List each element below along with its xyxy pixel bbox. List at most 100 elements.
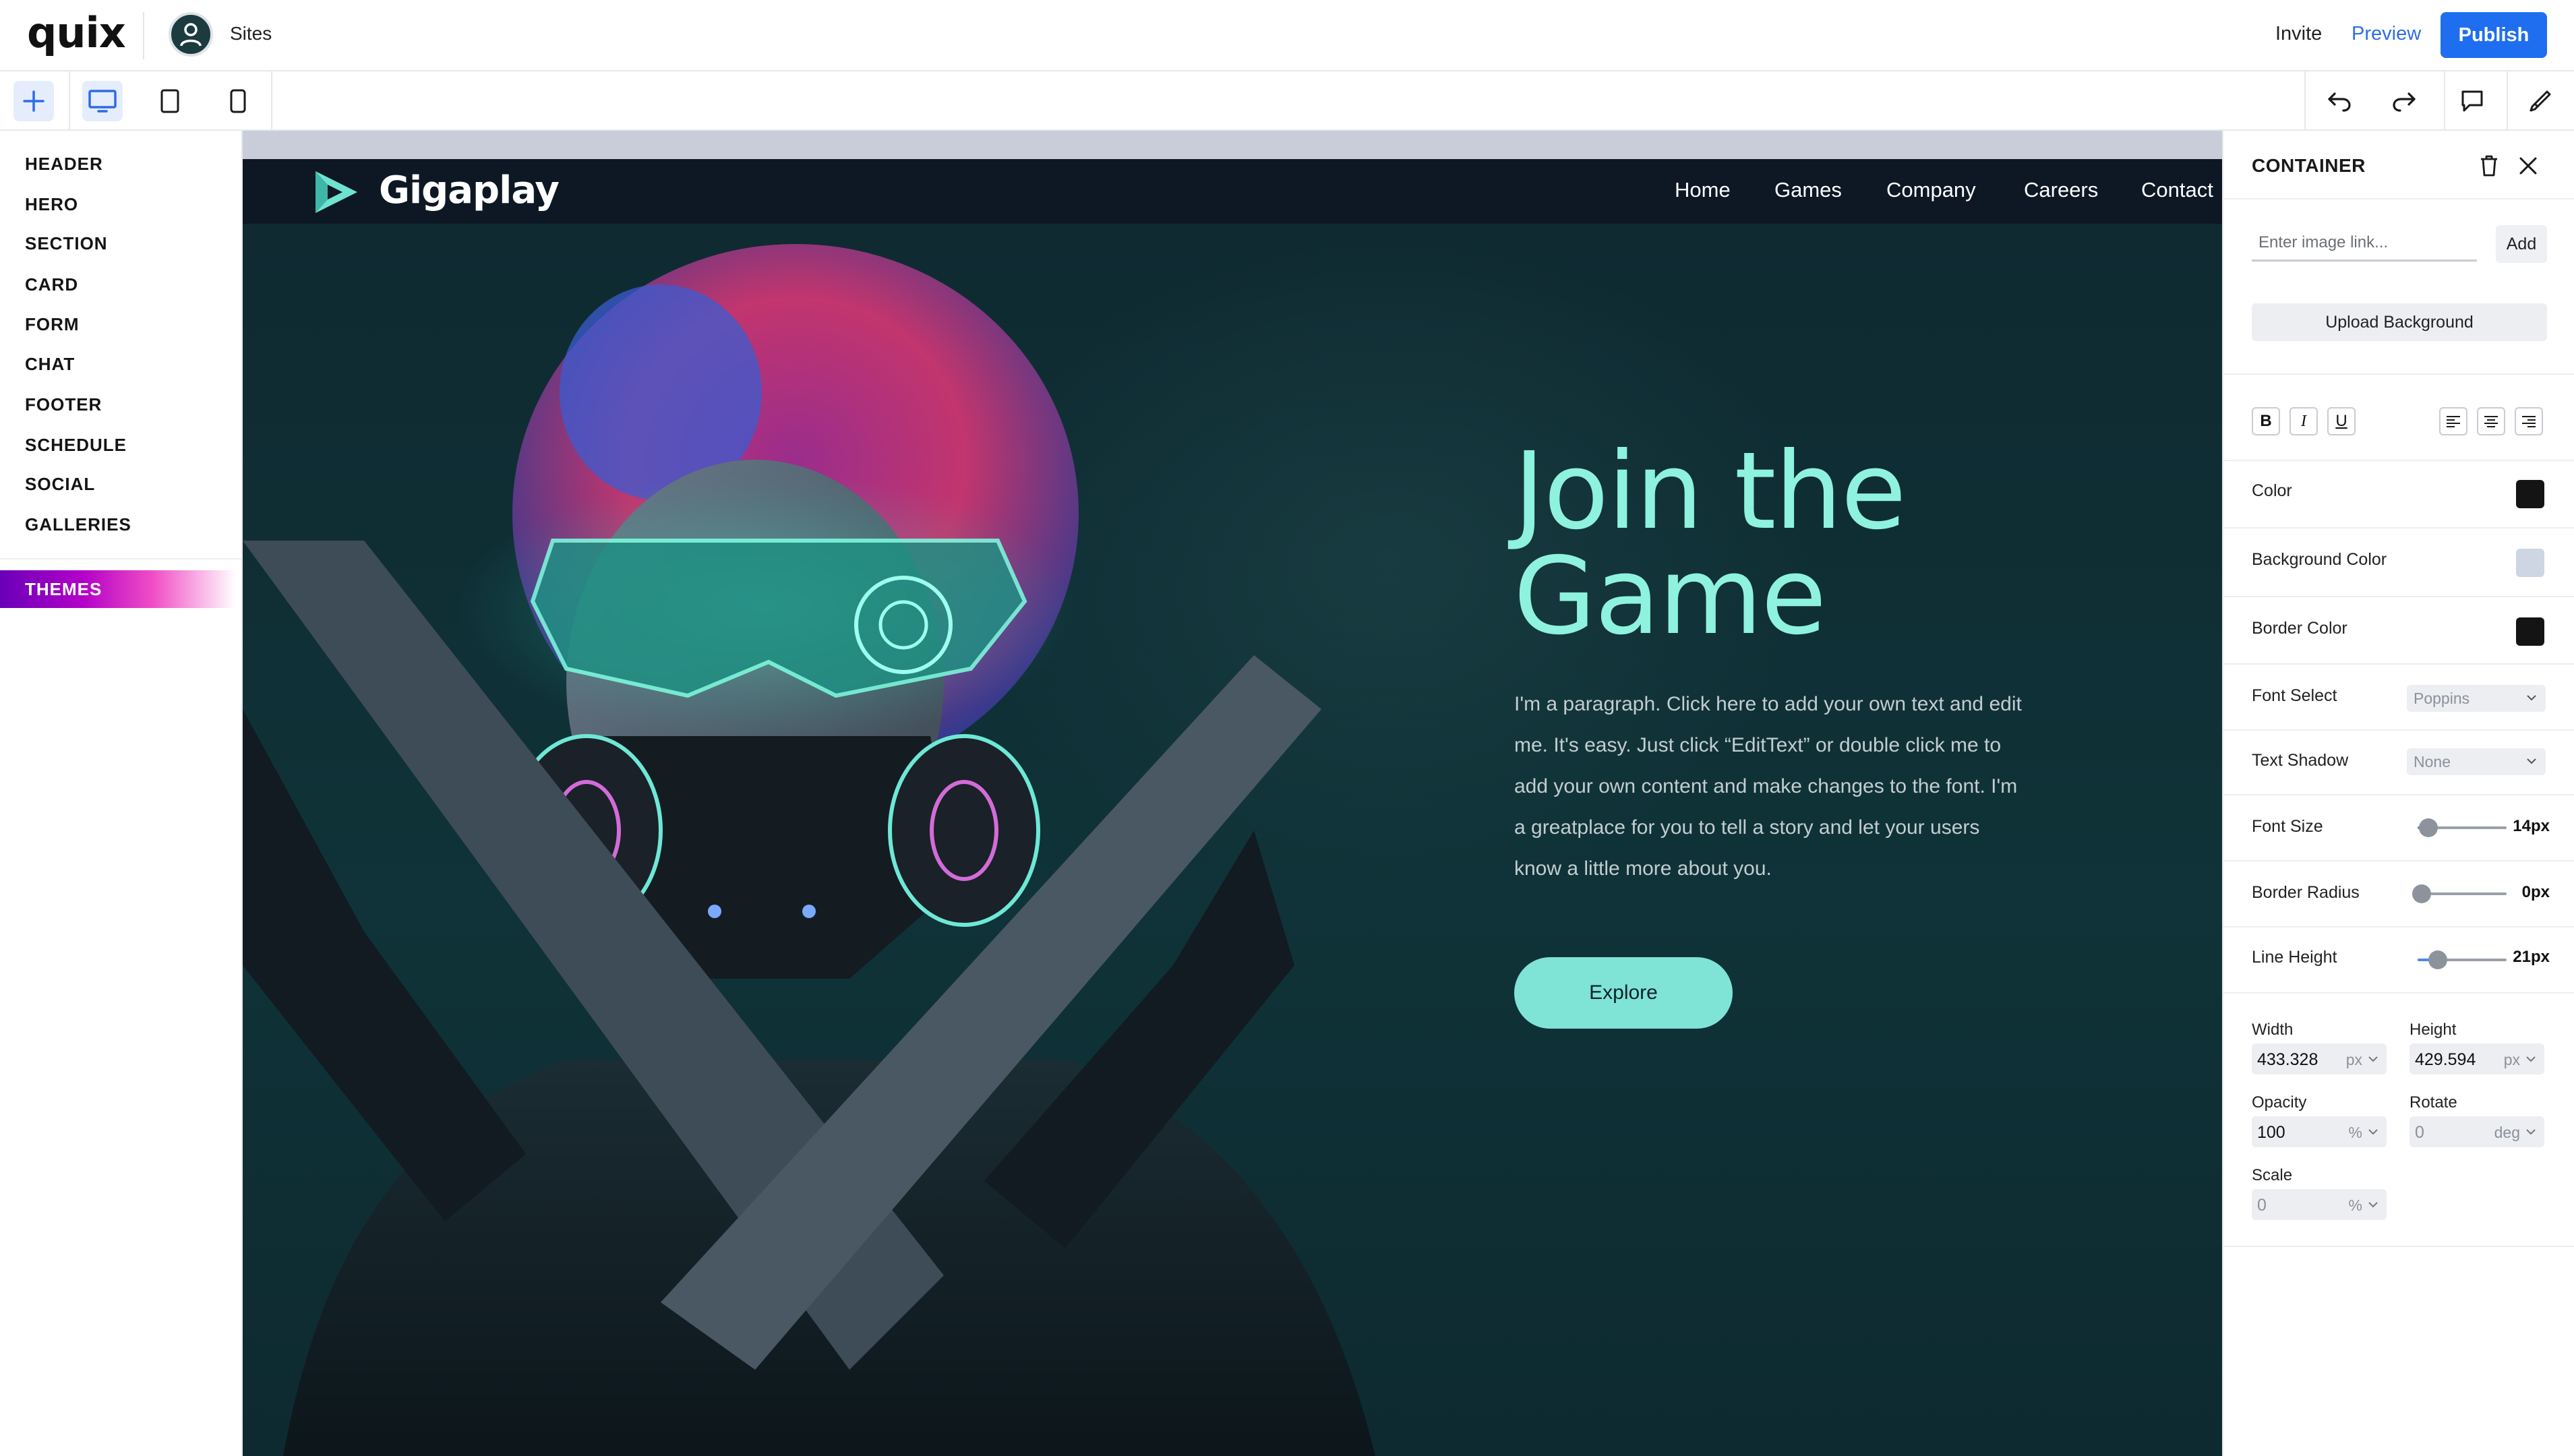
undo-button[interactable]	[2319, 81, 2360, 121]
mobile-icon	[230, 89, 246, 113]
tablet-view-button[interactable]	[150, 81, 190, 121]
font-size-slider[interactable]	[2418, 818, 2507, 837]
invite-button[interactable]: Invite	[2275, 23, 2322, 45]
color-label: Color	[2252, 481, 2292, 500]
sidebar-item-themes[interactable]: THEMES	[0, 570, 236, 608]
width-unit[interactable]: px	[2346, 1051, 2362, 1069]
comments-button[interactable]	[2452, 81, 2492, 121]
editor-canvas[interactable]: Gigaplay Home Games Company Careers Cont…	[243, 131, 2222, 1456]
mobile-view-button[interactable]	[218, 81, 258, 121]
divider	[2223, 794, 2574, 795]
rotate-unit[interactable]: deg	[2494, 1124, 2520, 1142]
border-radius-slider[interactable]	[2412, 884, 2507, 903]
height-unit[interactable]: px	[2504, 1051, 2520, 1069]
sidebar-item-card[interactable]: CARD	[25, 274, 78, 295]
underline-button[interactable]: U	[2327, 407, 2356, 435]
brand-logo-icon[interactable]	[310, 167, 364, 217]
preview-button[interactable]: Preview	[2352, 23, 2421, 45]
width-input[interactable]: 433.328 px	[2252, 1043, 2387, 1074]
upload-background-button[interactable]: Upload Background	[2252, 303, 2547, 341]
color-swatch[interactable]	[2516, 480, 2544, 508]
sidebar-item-chat[interactable]: CHAT	[25, 354, 75, 375]
elements-sidebar: HEADER HERO SECTION CARD FORM CHAT FOOTE…	[0, 131, 243, 1456]
divider	[2223, 198, 2574, 200]
redo-button[interactable]	[2384, 81, 2424, 121]
scale-input[interactable]: 0 %	[2252, 1189, 2387, 1220]
nav-careers[interactable]: Careers	[2024, 178, 2098, 202]
opacity-input[interactable]: 100 %	[2252, 1116, 2387, 1147]
chevron-down-icon	[2368, 1129, 2378, 1135]
sidebar-item-form[interactable]: FORM	[25, 314, 80, 335]
publish-button[interactable]: Publish	[2441, 12, 2547, 58]
properties-panel: CONTAINER Add Upload Background B I U Co…	[2222, 131, 2574, 1456]
border-color-swatch[interactable]	[2516, 617, 2544, 646]
brand-name[interactable]: Gigaplay	[379, 169, 560, 212]
nav-games[interactable]: Games	[1774, 178, 1842, 202]
add-image-button[interactable]: Add	[2496, 225, 2547, 263]
explore-button[interactable]: Explore	[1514, 957, 1733, 1029]
sidebar-item-header[interactable]: HEADER	[25, 154, 103, 175]
tablet-icon	[160, 89, 179, 113]
editor-toolbar	[0, 71, 2574, 131]
add-element-button[interactable]	[13, 81, 54, 121]
hero-title[interactable]: Join the Game	[1514, 438, 2120, 659]
divider	[2223, 1246, 2574, 1247]
hero-paragraph[interactable]: I'm a paragraph. Click here to add your …	[1514, 684, 2027, 889]
sidebar-item-hero[interactable]: HERO	[25, 194, 78, 215]
divider	[69, 71, 70, 131]
avatar[interactable]	[169, 12, 213, 57]
align-right-button[interactable]	[2515, 407, 2543, 435]
slider-handle[interactable]	[2412, 884, 2431, 903]
hero-title-line: Game	[1514, 535, 1826, 659]
nav-company[interactable]: Company	[1886, 178, 1976, 202]
sites-link[interactable]: Sites	[230, 23, 272, 44]
top-bar: quix Sites Invite Preview Publish	[0, 0, 2574, 71]
app-logo[interactable]: quix	[27, 8, 126, 57]
delete-button[interactable]	[2474, 151, 2504, 181]
border-radius-label: Border Radius	[2252, 883, 2360, 902]
background-color-swatch[interactable]	[2516, 549, 2544, 577]
nav-home[interactable]: Home	[1675, 178, 1731, 202]
bold-button[interactable]: B	[2252, 407, 2280, 435]
close-panel-button[interactable]	[2513, 151, 2543, 181]
user-icon	[180, 23, 202, 47]
comment-icon	[2461, 90, 2483, 112]
style-brush-button[interactable]	[2520, 81, 2561, 121]
scale-unit[interactable]: %	[2349, 1196, 2362, 1215]
rotate-input[interactable]: 0 deg	[2410, 1116, 2544, 1147]
sidebar-item-schedule[interactable]: SCHEDULE	[25, 435, 127, 456]
plus-icon	[23, 90, 44, 112]
panel-title: CONTAINER	[2252, 155, 2366, 176]
text-shadow-value: None	[2414, 752, 2451, 770]
line-height-slider[interactable]	[2418, 950, 2507, 969]
align-left-icon	[2447, 416, 2460, 427]
line-height-value: 21px	[2513, 948, 2550, 966]
background-color-label: Background Color	[2252, 550, 2387, 569]
sidebar-item-social[interactable]: SOCIAL	[25, 474, 95, 495]
text-shadow-select[interactable]: None	[2407, 748, 2546, 775]
opacity-value: 100	[2257, 1123, 2285, 1142]
sidebar-item-section[interactable]: SECTION	[25, 233, 108, 254]
sidebar-item-galleries[interactable]: GALLERIES	[25, 514, 131, 535]
nav-contact[interactable]: Contact	[2141, 178, 2213, 202]
desktop-view-button[interactable]	[82, 81, 123, 121]
hero-image[interactable]	[243, 224, 1456, 1456]
font-size-label: Font Size	[2252, 817, 2323, 836]
italic-button[interactable]: I	[2289, 407, 2318, 435]
height-value: 429.594	[2415, 1050, 2476, 1069]
opacity-unit[interactable]: %	[2349, 1124, 2362, 1142]
align-left-button[interactable]	[2439, 407, 2467, 435]
sidebar-item-footer[interactable]: FOOTER	[25, 394, 102, 415]
height-input[interactable]: 429.594 px	[2410, 1043, 2544, 1074]
scale-label: Scale	[2252, 1166, 2293, 1184]
height-label: Height	[2410, 1021, 2457, 1039]
divider	[2444, 71, 2445, 131]
font-select[interactable]: Poppins	[2407, 685, 2546, 712]
site-preview: Gigaplay Home Games Company Careers Cont…	[243, 159, 2222, 1456]
divider	[2223, 729, 2574, 731]
divider	[2223, 663, 2574, 665]
align-center-button[interactable]	[2477, 407, 2505, 435]
image-link-input[interactable]	[2252, 225, 2477, 262]
slider-handle[interactable]	[2428, 950, 2447, 969]
slider-handle[interactable]	[2419, 818, 2438, 837]
